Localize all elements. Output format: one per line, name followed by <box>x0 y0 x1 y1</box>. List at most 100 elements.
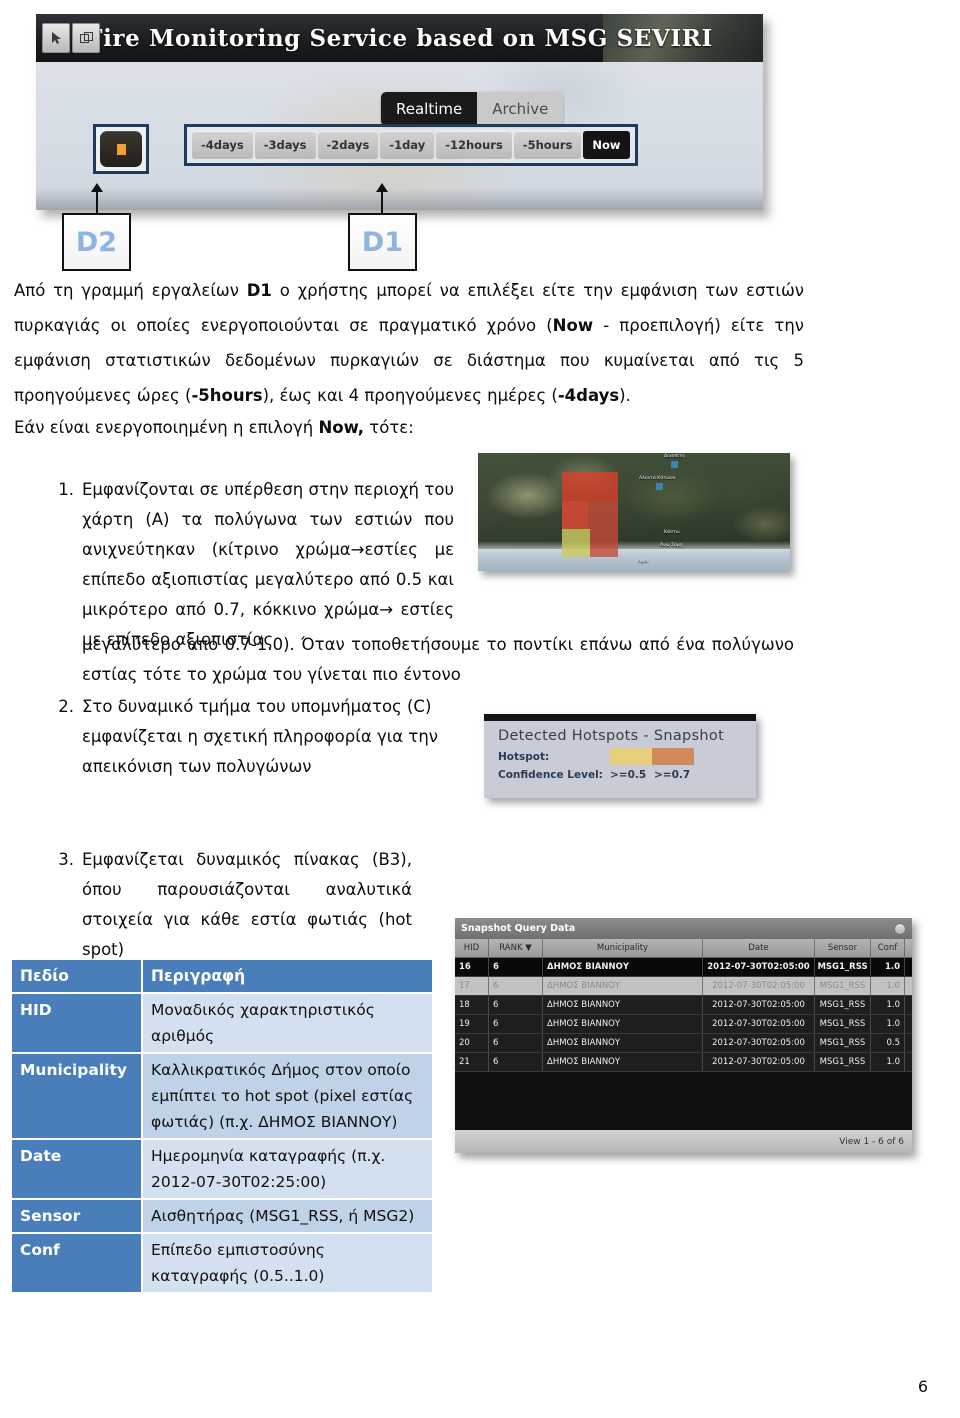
list-item-1-text-wide: μεγαλύτερο από 0.7-1.0). Όταν τοποθετήσο… <box>82 635 794 684</box>
hotspot-polygon-red-4[interactable] <box>590 529 618 557</box>
window-control-buttons[interactable] <box>42 23 100 53</box>
d1-arrowhead <box>376 183 388 192</box>
legend-hotspot-label: Hotspot: <box>498 750 550 763</box>
map-label-1: Διασπίτη <box>664 454 685 459</box>
time-seg-now[interactable]: Now <box>583 131 630 159</box>
list-item-2-text: Στο δυναμικό τμήμα του υπομνήματος (C) ε… <box>82 697 439 776</box>
cell-date: 2012-07-30T02:05:00 <box>703 1015 815 1033</box>
time-range-toolbar[interactable]: -4days -3days -2days -1day -12hours -5ho… <box>192 131 630 159</box>
table-row[interactable]: 21 6 ΔΗΜΟΣ ΒΙΑΝΝΟΥ 2012-07-30T02:05:00 MSG1_… <box>455 1053 912 1072</box>
hotspot-toggle-button[interactable] <box>100 131 142 167</box>
legend-confidence-values: >=0.5 >=0.7 <box>610 769 698 781</box>
cell-hid: 17 <box>455 977 489 995</box>
hotspot-icon <box>116 143 126 155</box>
titlebar-photo-strip <box>603 14 763 62</box>
definition-header-description: Περιγραφή <box>142 960 432 994</box>
callout-d1-label: D1 <box>361 226 404 258</box>
cell-hid: 20 <box>455 1034 489 1052</box>
time-seg--3days[interactable]: -3days <box>254 131 316 159</box>
column-header-municipality[interactable]: Municipality <box>543 939 703 957</box>
query-table-body: 16 6 ΔΗΜΟΣ ΒΙΑΝΝΟΥ 2012-07-30T02:05:00 MSG1_… <box>455 958 912 1072</box>
legend-title: Detected Hotspots - Snapshot <box>498 728 725 744</box>
paragraph-now-intro: Εάν είναι ενεργοποιημένη η επιλογή Now, … <box>14 410 804 445</box>
list-item-1-text-narrow: Εμφανίζονται σε υπέρθεση στην περιοχή το… <box>82 480 454 649</box>
cell-conf: 1.0 <box>871 958 905 976</box>
cell-municipality: ΔΗΜΟΣ ΒΙΑΝΝΟΥ <box>543 977 703 995</box>
cell-hid: 16 <box>455 958 489 976</box>
table-row[interactable]: 17 6 ΔΗΜΟΣ ΒΙΑΝΝΟΥ 2012-07-30T02:05:00 MSG1_… <box>455 977 912 996</box>
legend-confidence-row: Confidence Level: >=0.5 >=0.7 <box>484 767 756 783</box>
map-screenshot-figure: Διασπίτη Αλεκτά Κάτωνα Κάστω Άνω Σύμη Αμ… <box>478 453 790 571</box>
legend-screenshot-figure: Detected Hotspots - Snapshot Hotspot: Co… <box>484 714 756 798</box>
time-seg--2days[interactable]: -2days <box>317 131 379 159</box>
column-header-conf[interactable]: Conf <box>871 939 905 957</box>
pointer-tool-icon[interactable] <box>42 23 70 53</box>
tab-realtime[interactable]: Realtime <box>381 92 478 126</box>
cell-sensor: MSG1_RSS <box>815 977 871 995</box>
list-item-3-text: Εμφανίζεται δυναμικός πίνακας (B3), όπου… <box>82 850 412 959</box>
query-table-pager-label: View 1 - 6 of 6 <box>839 1136 904 1147</box>
time-seg--1day[interactable]: -1day <box>380 131 435 159</box>
table-row[interactable]: 20 6 ΔΗΜΟΣ ΒΙΑΝΝΟΥ 2012-07-30T02:05:00 MSG1_… <box>455 1034 912 1053</box>
column-header-rank[interactable]: RANK ▼ <box>489 939 543 957</box>
cell-hid: 19 <box>455 1015 489 1033</box>
column-header-date[interactable]: Date <box>703 939 815 957</box>
table-row[interactable]: 19 6 ΔΗΜΟΣ ΒΙΑΝΝΟΥ 2012-07-30T02:05:00 MSG1_… <box>455 1015 912 1034</box>
legend-swatch-high <box>652 748 694 765</box>
query-panel-titlebar: Snapshot Query Data <box>455 918 912 939</box>
definition-description: Καλλικρατικός Δήμος στον οποίο εμπίπτει … <box>142 1053 432 1140</box>
time-seg--4days[interactable]: -4days <box>192 131 253 159</box>
tab-archive[interactable]: Archive <box>477 92 564 126</box>
cell-conf: 1.0 <box>871 1015 905 1033</box>
time-seg--5hours[interactable]: -5hours <box>513 131 582 159</box>
column-header-hid[interactable]: HID <box>455 939 489 957</box>
definition-row: Municipality Καλλικρατικός Δήμος στον οπο… <box>12 1053 432 1140</box>
table-row[interactable]: 18 6 ΔΗΜΟΣ ΒΙΑΝΝΟΥ 2012-07-30T02:05:00 MSG1_… <box>455 996 912 1015</box>
app-body: Realtime Archive -4days -3days -2days -1… <box>36 62 763 210</box>
cell-municipality: ΔΗΜΟΣ ΒΙΑΝΝΟΥ <box>543 958 703 976</box>
cell-sensor: MSG1_RSS <box>815 1034 871 1052</box>
callout-d2: D2 <box>62 213 131 271</box>
map-pin-1[interactable] <box>671 461 678 468</box>
definition-field: Date <box>12 1139 143 1200</box>
legend-confidence-low: >=0.5 <box>610 769 647 781</box>
callout-d2-label: D2 <box>75 226 118 258</box>
mode-toggle[interactable]: Realtime Archive <box>381 92 564 126</box>
cell-conf: 1.0 <box>871 977 905 995</box>
cell-date: 2012-07-30T02:05:00 <box>703 958 815 976</box>
map-pin-2[interactable] <box>656 483 663 490</box>
cell-sensor: MSG1_RSS <box>815 1015 871 1033</box>
restore-window-icon[interactable] <box>72 23 100 53</box>
paragraph-d1-toolbar-text: Από τη γραμμή εργαλείων D1 ο χρήστης μπο… <box>14 281 804 405</box>
definition-row: Sensor Αισθητήρας (MSG1_RSS, ή MSG2) <box>12 1199 432 1234</box>
time-seg--12hours[interactable]: -12hours <box>436 131 512 159</box>
definition-description: Επίπεδο εμπιστοσύνης καταγραφής (0.5..1.… <box>142 1233 432 1294</box>
cell-rank: 6 <box>489 1034 543 1052</box>
list-item-3-number: 3. <box>58 850 74 869</box>
hotspot-polygon-red-3[interactable] <box>562 501 618 529</box>
paragraph-d1-toolbar: Από τη γραμμή εργαλείων D1 ο χρήστης μπο… <box>14 273 804 413</box>
definition-description: Αισθητήρας (MSG1_RSS, ή MSG2) <box>142 1199 432 1234</box>
cell-conf: 1.0 <box>871 1053 905 1071</box>
definition-row: Date Ημερομηνία καταγραφής (π.χ. 2012-07-… <box>12 1139 432 1200</box>
cell-sensor: MSG1_RSS <box>815 1053 871 1071</box>
legend-swatch-low <box>610 748 652 765</box>
definition-field: HID <box>12 993 143 1054</box>
map-label-4: Άνω Σύμη <box>660 543 683 548</box>
cell-rank: 6 <box>489 1015 543 1033</box>
table-row[interactable]: 16 6 ΔΗΜΟΣ ΒΙΑΝΝΟΥ 2012-07-30T02:05:00 MSG1_… <box>455 958 912 977</box>
app-screenshot-figure: Fire Monitoring Service based on MSG SEV… <box>36 14 763 210</box>
query-table-header-row: HID RANK ▼ Municipality Date Sensor Conf <box>455 939 912 958</box>
map-label-3: Κάστω <box>664 530 680 535</box>
hotspot-polygon-red-1[interactable] <box>588 472 618 501</box>
cell-date: 2012-07-30T02:05:00 <box>703 1034 815 1052</box>
hotspot-polygon-yellow-1[interactable] <box>562 529 590 557</box>
callout-d1: D1 <box>348 213 417 271</box>
gear-icon[interactable] <box>894 922 906 935</box>
definition-field: Conf <box>12 1233 143 1294</box>
legend-hotspot-row: Hotspot: <box>484 746 756 767</box>
query-table-footer: View 1 - 6 of 6 <box>455 1130 912 1153</box>
definition-description: Μοναδικός χαρακτηριστικός αριθμός <box>142 993 432 1054</box>
cell-rank: 6 <box>489 1053 543 1071</box>
column-header-sensor[interactable]: Sensor <box>815 939 871 957</box>
